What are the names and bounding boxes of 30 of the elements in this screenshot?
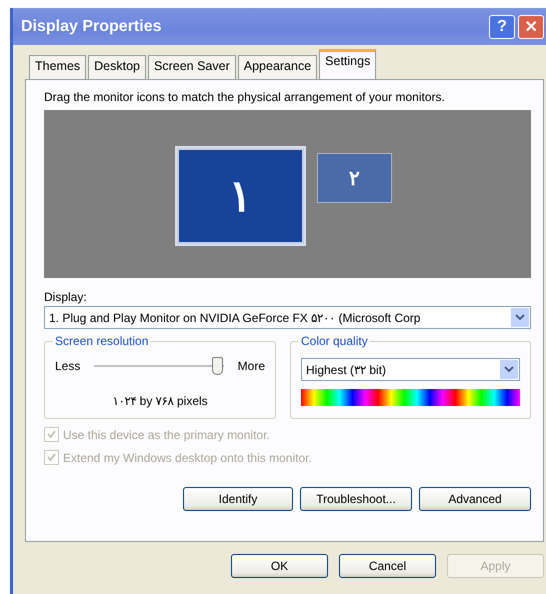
window-title: Display Properties: [21, 18, 162, 36]
check-icon: [46, 452, 57, 463]
panel-button[interactable]: Identify: [183, 487, 293, 511]
display-dropdown[interactable]: 1. Plug and Play Monitor on NVIDIA GeForce FX ۵۲۰۰ (Microsoft Corp: [44, 306, 531, 329]
checkbox-label: Use this device as the primary monitor.: [63, 428, 270, 442]
display-label: Display:: [44, 290, 88, 304]
resolution-reading: ۱۰۲۴ by ۷۶۸ pixels: [111, 394, 209, 408]
tab[interactable]: Settings: [319, 49, 376, 79]
panel-button[interactable]: Troubleshoot...: [300, 487, 412, 511]
slider-thumb[interactable]: [212, 357, 224, 375]
help-button[interactable]: ?: [489, 14, 515, 38]
tab[interactable]: Screen Saver: [148, 55, 236, 79]
tab[interactable]: Themes: [29, 55, 86, 79]
group-title: Color quality: [299, 334, 370, 348]
slider-label: More: [238, 359, 265, 373]
tab[interactable]: Appearance: [238, 55, 318, 79]
dialog-button[interactable]: OK: [231, 554, 328, 578]
instruction-text: Drag the monitor icons to match the physical arrangement of your monitors.: [44, 90, 446, 104]
resolution-slider[interactable]: [94, 356, 224, 376]
check-icon: [46, 429, 57, 440]
slider-label: Less: [55, 359, 80, 373]
color-quality-dropdown[interactable]: Highest (۳۲ bit): [301, 358, 520, 381]
monitor-icon[interactable]: ۲: [317, 153, 392, 203]
panel-button[interactable]: Advanced: [419, 487, 531, 511]
close-button[interactable]: ✕: [518, 14, 544, 38]
monitor-icon[interactable]: ۱: [177, 148, 304, 244]
checkbox-label: Extend my Windows desktop onto this monitor.: [63, 450, 312, 464]
tab[interactable]: Desktop: [88, 55, 146, 79]
dialog-button[interactable]: Cancel: [339, 554, 436, 578]
group-title: Screen resolution: [53, 334, 150, 348]
